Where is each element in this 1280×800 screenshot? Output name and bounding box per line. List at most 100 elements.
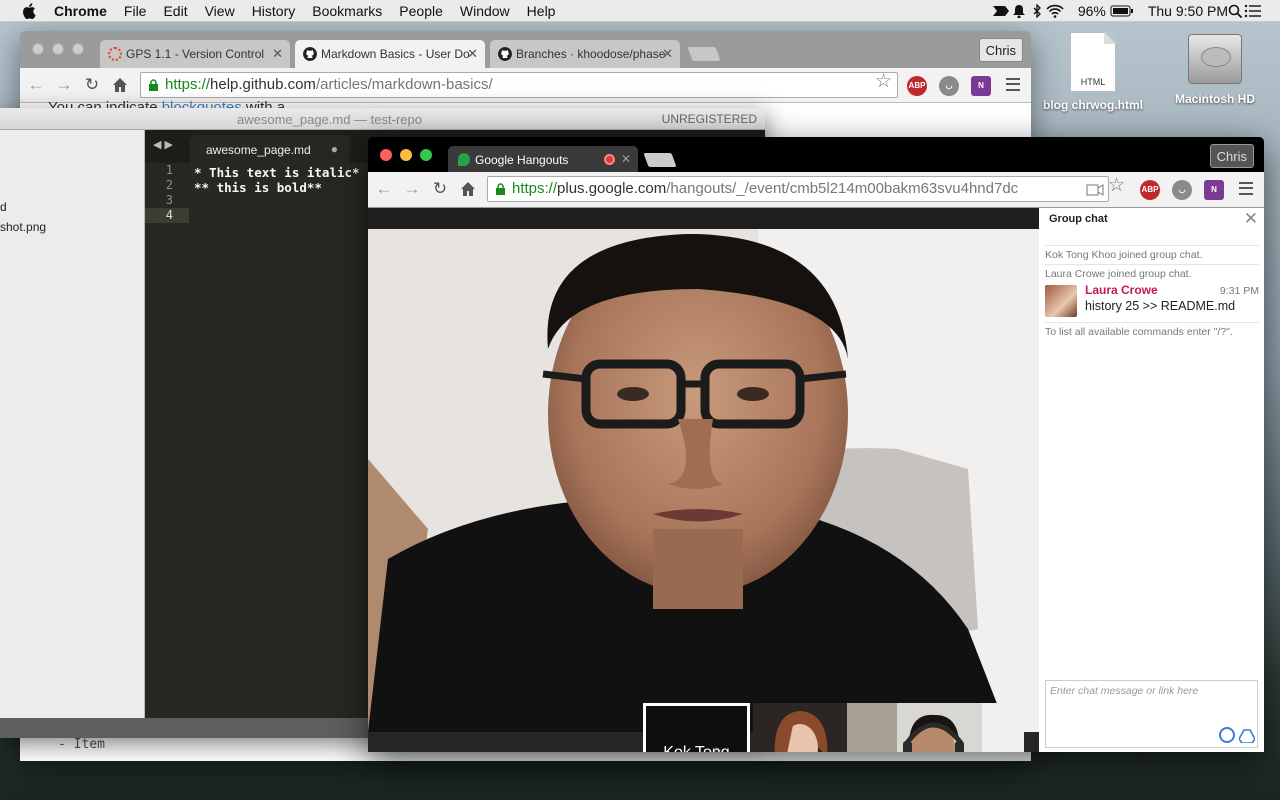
menu-history[interactable]: History — [252, 3, 296, 19]
desktop-drive-macintosh-hd[interactable]: Macintosh HD — [1150, 34, 1280, 106]
bluetooth-icon[interactable] — [1028, 4, 1046, 18]
profile-button[interactable]: Chris — [978, 38, 1023, 62]
sidebar-file-item[interactable]: d — [0, 200, 7, 214]
pushbullet-icon[interactable] — [992, 4, 1010, 18]
tab-close-icon[interactable]: ✕ — [272, 46, 283, 62]
message-time: 9:31 PM — [1219, 285, 1259, 297]
chat-input-placeholder: Enter chat message or link here — [1050, 685, 1199, 697]
close-window-button[interactable] — [380, 149, 392, 161]
menu-app-name[interactable]: Chrome — [54, 3, 107, 19]
minimize-window-button[interactable] — [52, 43, 64, 55]
menu-help[interactable]: Help — [527, 3, 556, 19]
message-sender[interactable]: Laura Crowe — [1085, 283, 1158, 297]
back-browser-toolbar: ← → ↻ https://help.github.com/articles/m… — [20, 68, 1031, 103]
tab-google-hangouts[interactable]: Google Hangouts ✕ — [448, 146, 638, 172]
back-browser-tabstrip: GPS 1.1 - Version Control ✕ Markdown Bas… — [20, 31, 1031, 68]
hard-drive-icon — [1188, 34, 1242, 84]
menu-view[interactable]: View — [205, 3, 235, 19]
menu-bookmarks[interactable]: Bookmarks — [312, 3, 382, 19]
tab-close-icon[interactable]: ✕ — [467, 46, 478, 62]
home-icon[interactable] — [110, 75, 130, 95]
menu-file[interactable]: File — [124, 3, 147, 19]
sidebar-file-item[interactable]: shot.png — [0, 220, 46, 234]
tab-label: Branches · khoodose/phase — [516, 47, 666, 61]
recording-indicator-icon — [604, 154, 615, 165]
address-bar[interactable]: https://help.github.com/articles/markdow… — [140, 72, 898, 98]
forward-arrow-icon[interactable]: → — [54, 75, 74, 95]
back-arrow-icon[interactable]: ← — [374, 179, 394, 199]
pocket-icon[interactable]: ◡ — [939, 76, 959, 96]
tab-markdown-basics[interactable]: Markdown Basics - User Do ✕ — [295, 40, 485, 68]
new-tab-button[interactable] — [643, 153, 677, 167]
tab-nav-arrows-icon[interactable]: ◀ ▶ — [153, 138, 173, 151]
github-favicon-icon — [303, 47, 317, 61]
code-area[interactable]: * This text is italic* ** this is bold** — [194, 165, 360, 225]
bookmark-star-icon[interactable]: ☆ — [875, 70, 892, 93]
menu-people[interactable]: People — [399, 3, 443, 19]
gps-favicon-icon — [108, 47, 122, 61]
file-type-badge: HTML — [1080, 77, 1106, 87]
onenote-icon[interactable]: N — [1204, 180, 1224, 200]
html-file-icon: HTML — [1070, 32, 1116, 92]
participant-thumb-laura-crowe[interactable] — [753, 703, 847, 752]
page-list-item-snippet: - Item — [58, 737, 105, 752]
close-window-button[interactable] — [32, 43, 44, 55]
tab-gps-version-control[interactable]: GPS 1.1 - Version Control ✕ — [100, 40, 290, 68]
tab-label: GPS 1.1 - Version Control — [126, 47, 265, 61]
minimize-window-button[interactable] — [400, 149, 412, 161]
back-arrow-icon[interactable]: ← — [26, 75, 46, 95]
onenote-icon[interactable]: N — [971, 76, 991, 96]
participant-thumb-3[interactable] — [847, 703, 1024, 752]
main-video-feed[interactable]: Kok Tong — [368, 208, 1039, 752]
participant-thumb-kok-tong[interactable]: Kok Tong — [643, 703, 750, 752]
zoom-window-button[interactable] — [420, 149, 432, 161]
bookmark-star-icon[interactable]: ☆ — [1108, 174, 1125, 197]
chrome-menu-icon[interactable] — [1006, 78, 1020, 91]
wifi-icon[interactable] — [1046, 4, 1064, 18]
adblock-plus-icon[interactable]: ABP — [907, 76, 927, 96]
editor-tab-awesome-page[interactable]: awesome_page.md ● — [190, 135, 350, 163]
tab-close-icon[interactable]: ✕ — [621, 152, 631, 166]
window-controls — [32, 43, 84, 55]
notification-center-icon[interactable] — [1244, 4, 1262, 18]
chat-message-input[interactable]: Enter chat message or link here — [1045, 680, 1258, 748]
address-bar[interactable]: https://plus.google.com/hangouts/_/event… — [487, 176, 1109, 202]
forward-arrow-icon[interactable]: → — [402, 179, 422, 199]
menu-window[interactable]: Window — [460, 3, 510, 19]
line-number: 2 — [165, 178, 173, 192]
camera-icon[interactable] — [1086, 184, 1104, 196]
reload-icon[interactable]: ↻ — [82, 75, 102, 95]
profile-button[interactable]: Chris — [1209, 144, 1254, 168]
chrome-menu-icon[interactable] — [1239, 182, 1253, 195]
unsaved-dot-icon[interactable]: ● — [331, 142, 338, 156]
new-tab-button[interactable] — [687, 47, 721, 61]
notification-bell-icon[interactable] — [1010, 4, 1028, 18]
clock[interactable]: Thu 9:50 PM — [1148, 3, 1228, 19]
emoji-icon[interactable] — [1219, 727, 1235, 743]
tab-close-icon[interactable]: ✕ — [662, 46, 673, 62]
line-number: 1 — [165, 163, 173, 177]
battery-icon[interactable] — [1110, 4, 1134, 18]
close-chat-icon[interactable]: ✕ — [1244, 209, 1258, 229]
adblock-plus-icon[interactable]: ABP — [1140, 180, 1160, 200]
window-controls — [380, 149, 432, 161]
tab-branches[interactable]: Branches · khoodose/phase ✕ — [490, 40, 680, 68]
code-line: * This text is italic* — [194, 165, 360, 180]
hangouts-window: Google Hangouts ✕ Chris ← → ↻ https://pl… — [368, 137, 1264, 752]
spotlight-search-icon[interactable] — [1228, 4, 1244, 18]
url-path: /articles/markdown-basics/ — [315, 76, 493, 93]
desktop-file-blog-html[interactable]: HTML blog chrwog.html — [1028, 32, 1158, 112]
url-path: /hangouts/_/event/cmb5l214m00bakm63svu4h… — [666, 180, 1019, 197]
apple-menu-icon[interactable] — [22, 2, 36, 19]
zoom-window-button[interactable] — [72, 43, 84, 55]
home-icon[interactable] — [458, 179, 478, 199]
avatar[interactable] — [1045, 285, 1077, 317]
menu-edit[interactable]: Edit — [163, 3, 187, 19]
participant-video-image — [368, 229, 1039, 732]
pocket-icon[interactable]: ◡ — [1172, 180, 1192, 200]
drive-attach-icon[interactable] — [1239, 729, 1255, 743]
video-top-band — [368, 208, 1039, 229]
hangouts-toolbar: ← → ↻ https://plus.google.com/hangouts/_… — [368, 172, 1264, 208]
reload-icon[interactable]: ↻ — [430, 179, 450, 199]
